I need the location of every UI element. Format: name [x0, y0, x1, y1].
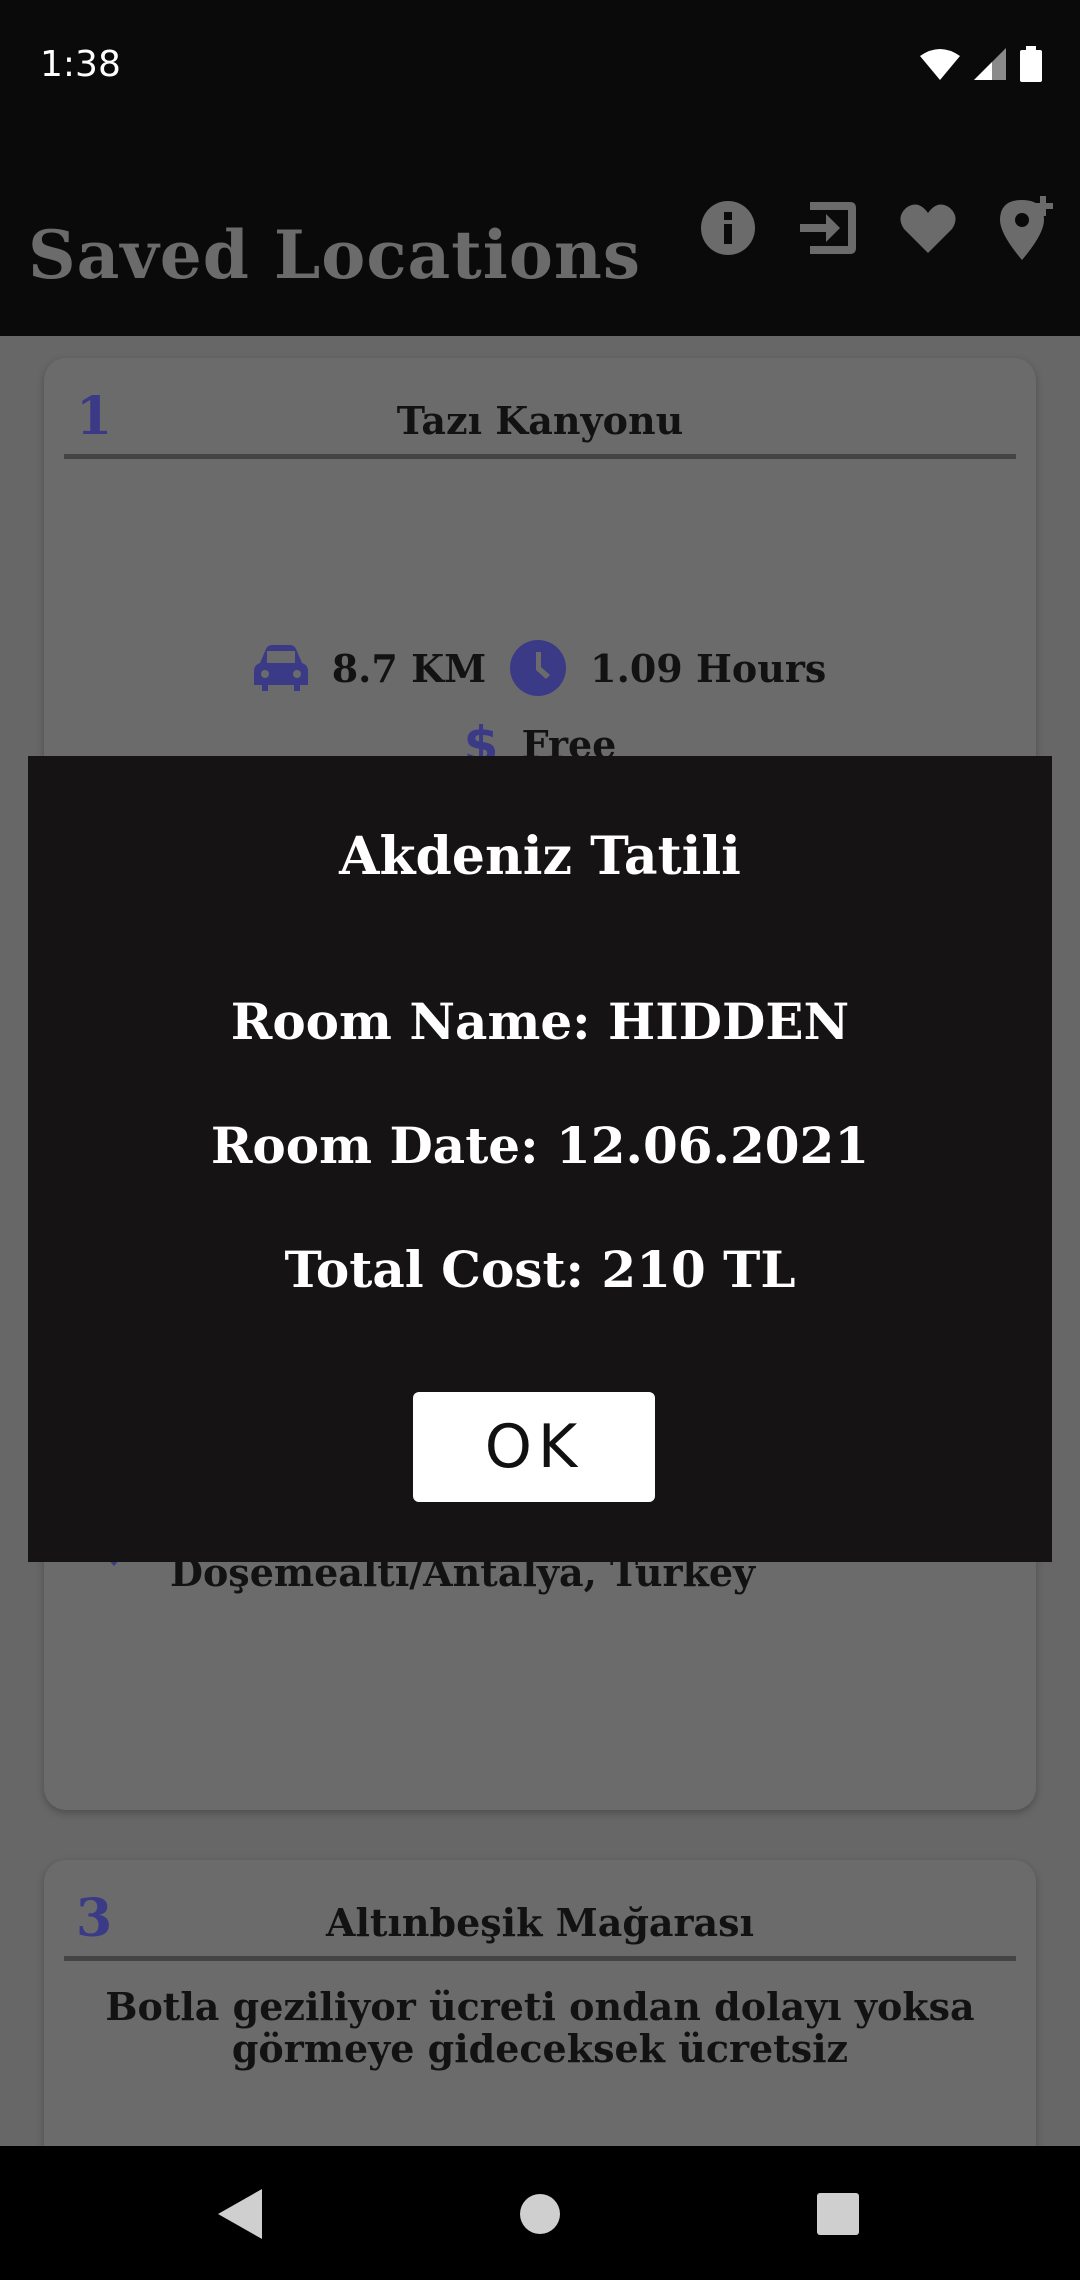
- ok-button[interactable]: OK: [413, 1392, 655, 1502]
- card-description: Botla geziliyor ücreti ondan dolayı yoks…: [105, 1984, 975, 2071]
- status-time: 1:38: [40, 44, 121, 85]
- add-location-button[interactable]: [998, 196, 1058, 260]
- recents-icon: [817, 2193, 859, 2235]
- info-button[interactable]: [698, 198, 758, 258]
- favorites-button[interactable]: [898, 198, 958, 258]
- page-title: Saved Locations: [28, 216, 641, 294]
- wifi-icon: [920, 49, 960, 80]
- home-button[interactable]: [510, 2184, 570, 2244]
- travel-info-row: 8.7 KM 1.09 Hours: [44, 640, 1036, 696]
- card-title: Altınbeşik Mağarası: [325, 1900, 755, 1945]
- room-info-dialog: Akdeniz Tatili Room Name: HIDDEN Room Da…: [28, 756, 1052, 1562]
- duration-text: 1.09 Hours: [590, 645, 827, 691]
- room-date-text: Room Date: 12.06.2021: [210, 1116, 870, 1175]
- signal-icon: [974, 48, 1006, 80]
- back-icon: [218, 2189, 262, 2239]
- location-card[interactable]: 3 Altınbeşik Mağarası Botla geziliyor üc…: [44, 1860, 1036, 2146]
- back-button[interactable]: [210, 2184, 270, 2244]
- room-name-text: Room Name: HIDDEN: [230, 992, 850, 1051]
- app-bar: Saved Locations: [0, 136, 1080, 336]
- card-divider: [64, 1956, 1016, 1961]
- status-icons: [920, 46, 1042, 82]
- status-bar: 1:38: [0, 0, 1080, 136]
- logout-button[interactable]: [798, 198, 858, 258]
- recents-button[interactable]: [808, 2184, 868, 2244]
- dialog-title: Akdeniz Tatili: [339, 826, 741, 887]
- logout-icon: [800, 202, 856, 254]
- battery-icon: [1020, 46, 1042, 82]
- card-title: Tazı Kanyonu: [396, 398, 684, 443]
- car-icon: [253, 645, 308, 691]
- location-card[interactable]: 1 Tazı Kanyonu 8.7 KM 1.09 Hours $ Free: [44, 358, 1036, 788]
- add-location-icon: [1000, 196, 1053, 260]
- navigation-bar: [0, 2146, 1080, 2280]
- home-icon: [520, 2194, 560, 2234]
- app-actions: [698, 196, 1058, 260]
- clock-icon: [510, 640, 567, 696]
- heart-icon: [900, 204, 956, 253]
- card-divider: [64, 454, 1016, 459]
- info-icon: [701, 201, 755, 255]
- total-cost-text: Total Cost: 210 TL: [284, 1240, 796, 1299]
- distance-text: 8.7 KM: [331, 645, 487, 691]
